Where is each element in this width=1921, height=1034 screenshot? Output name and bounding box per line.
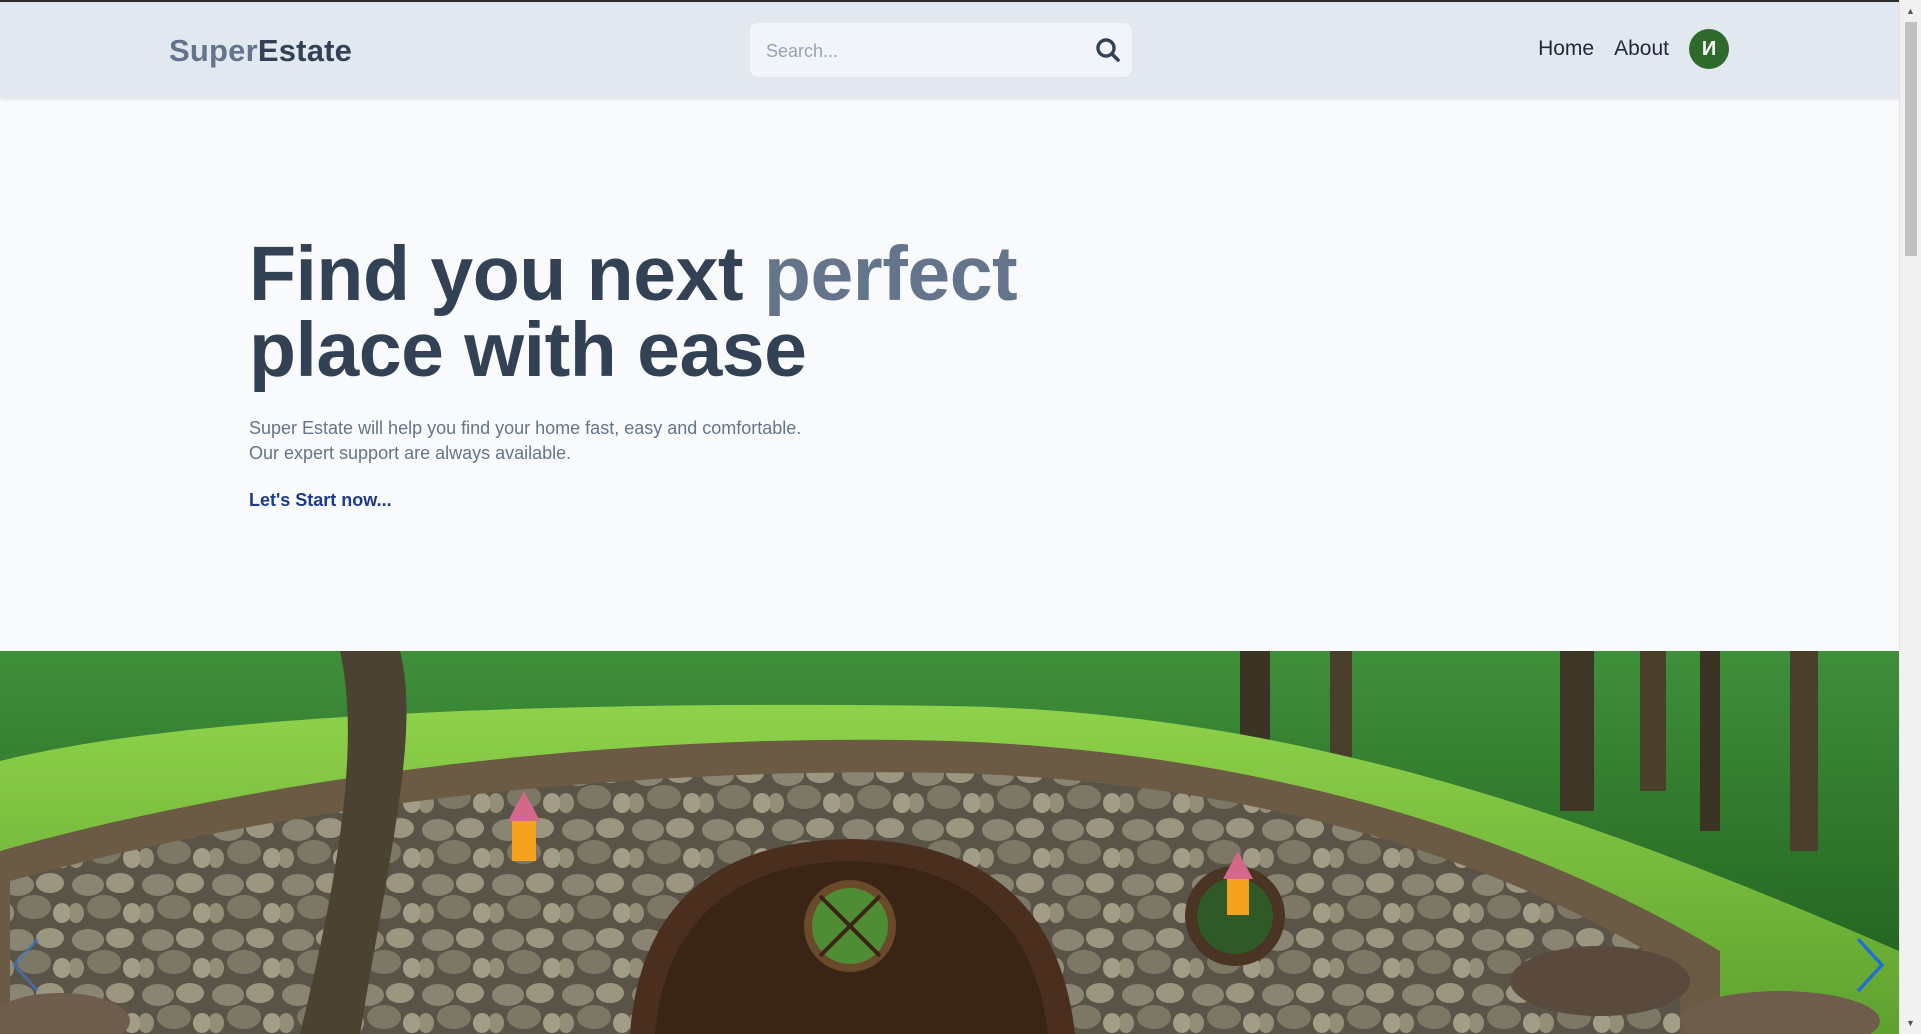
scrollbar-thumb[interactable] bbox=[1905, 22, 1917, 256]
hero-section: Find you next perfect place with ease Su… bbox=[249, 236, 1149, 511]
page-viewport: SuperEstate Home About И Find you next p… bbox=[0, 0, 1899, 1034]
chevron-right-icon bbox=[1856, 937, 1885, 993]
site-logo[interactable]: SuperEstate bbox=[169, 33, 352, 69]
start-now-link[interactable]: Let's Start now... bbox=[249, 490, 392, 511]
carousel-next-button[interactable] bbox=[1848, 935, 1888, 995]
hero-subtitle: Super Estate will help you find your hom… bbox=[249, 416, 849, 466]
search-input[interactable] bbox=[764, 23, 1078, 79]
site-header: SuperEstate Home About И bbox=[0, 0, 1899, 97]
chevron-left-icon bbox=[11, 937, 40, 993]
avatar[interactable]: И bbox=[1689, 29, 1729, 69]
hero-title-part1: Find you next bbox=[249, 231, 764, 317]
logo-part-super: Super bbox=[169, 33, 258, 68]
carousel-prev-button[interactable] bbox=[8, 935, 48, 995]
scroll-up-arrow-icon[interactable]: ▲ bbox=[1900, 2, 1921, 20]
logo-part-estate: Estate bbox=[257, 33, 353, 68]
nav-link-about[interactable]: About bbox=[1614, 37, 1669, 61]
page-scrollbar[interactable]: ▲ ▼ bbox=[1899, 0, 1921, 1034]
hero-subtitle-line1: Super Estate will help you find your hom… bbox=[249, 418, 802, 438]
scroll-down-arrow-icon[interactable]: ▼ bbox=[1900, 1014, 1921, 1032]
main-nav: Home About И bbox=[1538, 29, 1729, 69]
carousel-image bbox=[0, 651, 1899, 1034]
search-form bbox=[750, 23, 1132, 79]
nav-link-home[interactable]: Home bbox=[1538, 37, 1594, 61]
search-icon[interactable] bbox=[1094, 36, 1122, 64]
hero-title: Find you next perfect place with ease bbox=[249, 236, 1149, 389]
hero-title-part2: place with ease bbox=[249, 307, 807, 393]
hero-subtitle-line2: Our expert support are always available. bbox=[249, 443, 572, 463]
hero-title-accent: perfect bbox=[763, 231, 1018, 317]
